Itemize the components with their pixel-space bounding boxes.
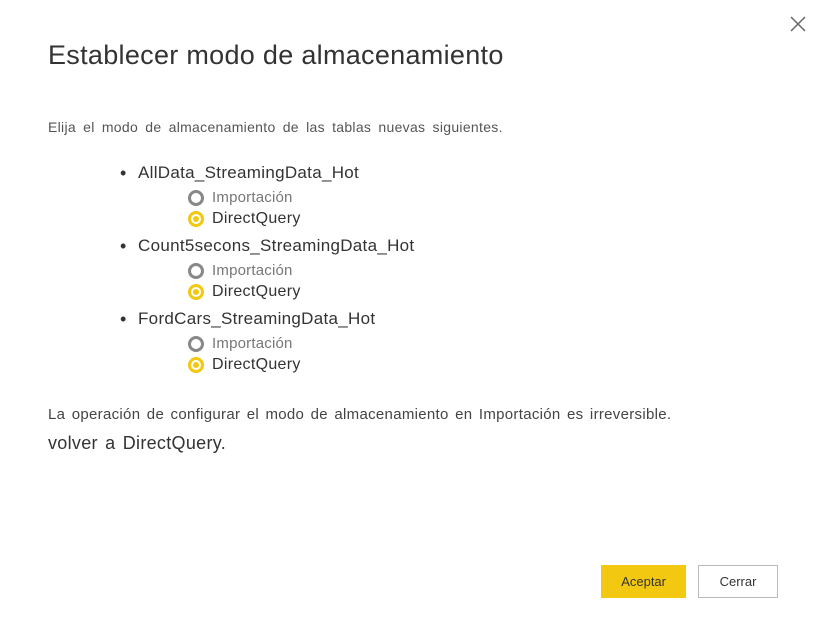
table-name: Count5secons_StreamingData_Hot [138,236,778,256]
radio-directquery[interactable]: DirectQuery [188,210,778,228]
radio-directquery[interactable]: DirectQuery [188,283,778,301]
storage-mode-dialog: Establecer modo de almacenamiento Elija … [0,0,826,632]
table-name: FordCars_StreamingData_Hot [138,309,778,329]
radio-import[interactable]: Importación [188,262,778,279]
table-item: FordCars_StreamingData_Hot Importación D… [138,309,778,374]
radio-icon-selected [188,284,204,300]
option-label: Importación [212,189,293,206]
radio-icon-selected [188,357,204,373]
radio-icon-unselected [188,263,204,279]
radio-directquery[interactable]: DirectQuery [188,356,778,374]
dialog-instruction: Elija el modo de almacenamiento de las t… [48,119,778,135]
table-item: Count5secons_StreamingData_Hot Importaci… [138,236,778,301]
option-label: DirectQuery [212,210,301,228]
warning-line2: volver a DirectQuery. [48,433,226,453]
options-group: Importación DirectQuery [138,335,778,374]
radio-icon-unselected [188,190,204,206]
radio-icon-unselected [188,336,204,352]
radio-import[interactable]: Importación [188,335,778,352]
options-group: Importación DirectQuery [138,262,778,301]
option-label: Importación [212,335,293,352]
options-group: Importación DirectQuery [138,189,778,228]
table-item: AllData_StreamingData_Hot Importación Di… [138,163,778,228]
accept-button[interactable]: Aceptar [601,565,686,598]
option-label: DirectQuery [212,356,301,374]
table-name: AllData_StreamingData_Hot [138,163,778,183]
dialog-title: Establecer modo de almacenamiento [48,40,778,71]
option-label: Importación [212,262,293,279]
warning-line1: La operación de configurar el modo de al… [48,406,671,423]
close-button[interactable]: Cerrar [698,565,778,598]
dialog-buttons: Aceptar Cerrar [601,565,778,598]
warning-text: La operación de configurar el modo de al… [48,402,778,458]
tables-list: AllData_StreamingData_Hot Importación Di… [48,163,778,374]
radio-icon-selected [188,211,204,227]
radio-import[interactable]: Importación [188,189,778,206]
option-label: DirectQuery [212,283,301,301]
close-icon[interactable] [788,14,808,34]
